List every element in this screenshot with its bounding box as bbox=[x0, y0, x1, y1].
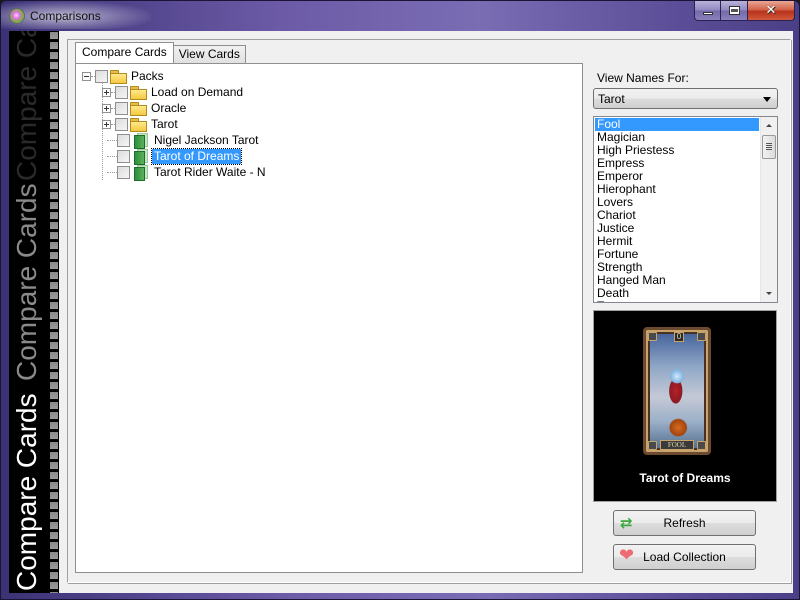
card-deck-icon bbox=[134, 165, 148, 181]
tarot-of-dreams-checkbox[interactable] bbox=[117, 149, 130, 163]
maximize-button[interactable] bbox=[721, 1, 748, 21]
tab-compare-cards[interactable]: Compare Cards bbox=[75, 42, 174, 63]
side-banner-text: Compare Cards bbox=[11, 393, 42, 591]
title-bar[interactable]: Comparisons ✕ bbox=[1, 1, 800, 31]
tree-node-nigel-jackson-tarot[interactable]: Nigel Jackson Tarot bbox=[82, 132, 268, 149]
heart-icon bbox=[619, 544, 636, 568]
client-area: Compare Cards Compare Cards Compare Card… bbox=[9, 31, 793, 593]
collapse-toggle[interactable] bbox=[82, 71, 91, 81]
maximize-icon bbox=[728, 6, 740, 15]
minimize-icon bbox=[702, 12, 713, 15]
scrollbar-thumb[interactable] bbox=[762, 135, 776, 159]
card-number: 0 bbox=[674, 332, 684, 342]
tree-label: Tarot bbox=[151, 116, 178, 131]
tree-node-tarot-rider-waite[interactable]: Tarot Rider Waite - N bbox=[82, 164, 268, 181]
tree-label: Load on Demand bbox=[151, 84, 244, 99]
refresh-icon bbox=[620, 511, 636, 535]
nigel-jackson-checkbox[interactable] bbox=[117, 133, 130, 147]
view-names-dropdown[interactable]: Tarot bbox=[593, 88, 778, 109]
list-scrollbar[interactable] bbox=[760, 117, 777, 302]
close-icon: ✕ bbox=[765, 3, 777, 18]
tarot-checkbox[interactable] bbox=[115, 117, 128, 131]
tree-label: Packs bbox=[131, 68, 164, 83]
tree-label-selected: Tarot of Dreams bbox=[150, 147, 243, 165]
rider-waite-checkbox[interactable] bbox=[117, 165, 130, 179]
dropdown-value: Tarot bbox=[598, 92, 625, 106]
card-title: FOOL bbox=[660, 440, 694, 450]
window-title: Comparisons bbox=[30, 9, 101, 23]
view-names-label: View Names For: bbox=[597, 71, 689, 85]
main-panel: Compare Cards View Cards Packs Load on D… bbox=[59, 31, 793, 584]
compare-cards-panel: Packs Load on Demand Oracle Tarot Nigel … bbox=[75, 63, 583, 573]
folder-icon bbox=[130, 117, 147, 132]
side-banner: Compare Cards Compare Cards Compare Card… bbox=[9, 31, 59, 593]
close-button[interactable]: ✕ bbox=[748, 1, 795, 21]
folder-open-icon bbox=[110, 69, 127, 84]
expand-toggle[interactable] bbox=[102, 119, 111, 129]
packs-checkbox[interactable] bbox=[95, 69, 108, 83]
load-collection-button[interactable]: Load Collection bbox=[613, 544, 756, 570]
refresh-label: Refresh bbox=[663, 516, 706, 530]
tree-node-oracle[interactable]: Oracle bbox=[82, 100, 268, 116]
tree-label: Nigel Jackson Tarot bbox=[154, 132, 259, 147]
film-strip-decoration bbox=[49, 31, 58, 593]
side-banner-text-faded: Compare Cards bbox=[11, 31, 42, 181]
card-preview: 0 FOOL Tarot of Dreams bbox=[593, 310, 777, 502]
list-item[interactable]: Temperance bbox=[595, 300, 759, 303]
oracle-checkbox[interactable] bbox=[115, 101, 128, 115]
tab-view-cards[interactable]: View Cards bbox=[172, 45, 246, 63]
pack-tree[interactable]: Packs Load on Demand Oracle Tarot Nigel … bbox=[82, 68, 268, 181]
tree-node-packs[interactable]: Packs bbox=[82, 68, 268, 84]
tree-node-load-on-demand[interactable]: Load on Demand bbox=[82, 84, 268, 100]
tree-label: Tarot Rider Waite - N bbox=[154, 164, 266, 179]
expand-toggle[interactable] bbox=[102, 103, 111, 113]
scroll-up-arrow-icon[interactable] bbox=[761, 117, 777, 134]
folder-icon bbox=[130, 101, 147, 116]
card-deck-icon bbox=[134, 149, 148, 165]
comparisons-window: Comparisons ✕ Compare Cards Compare Card… bbox=[0, 0, 800, 600]
chevron-down-icon bbox=[763, 97, 771, 102]
load-on-demand-checkbox[interactable] bbox=[115, 85, 128, 99]
app-icon bbox=[9, 8, 25, 24]
load-collection-label: Load Collection bbox=[643, 550, 726, 564]
folder-icon bbox=[130, 85, 147, 100]
card-deck-icon bbox=[134, 133, 148, 149]
refresh-button[interactable]: Refresh bbox=[613, 510, 756, 536]
tree-node-tarot-of-dreams[interactable]: Tarot of Dreams bbox=[82, 147, 268, 165]
expand-toggle[interactable] bbox=[102, 87, 111, 97]
minimize-button[interactable] bbox=[694, 1, 721, 21]
card-names-list[interactable]: Fool Magician High Priestess Empress Emperor… bbox=[593, 116, 778, 303]
tree-node-tarot[interactable]: Tarot bbox=[82, 116, 268, 132]
scroll-down-arrow-icon[interactable] bbox=[761, 285, 777, 302]
tab-strip: Compare Cards View Cards bbox=[75, 42, 246, 63]
tree-label: Oracle bbox=[151, 100, 187, 115]
card-image: 0 FOOL bbox=[643, 327, 711, 455]
preview-caption: Tarot of Dreams bbox=[639, 471, 731, 485]
side-banner-text-echo: Compare Cards bbox=[11, 183, 42, 381]
